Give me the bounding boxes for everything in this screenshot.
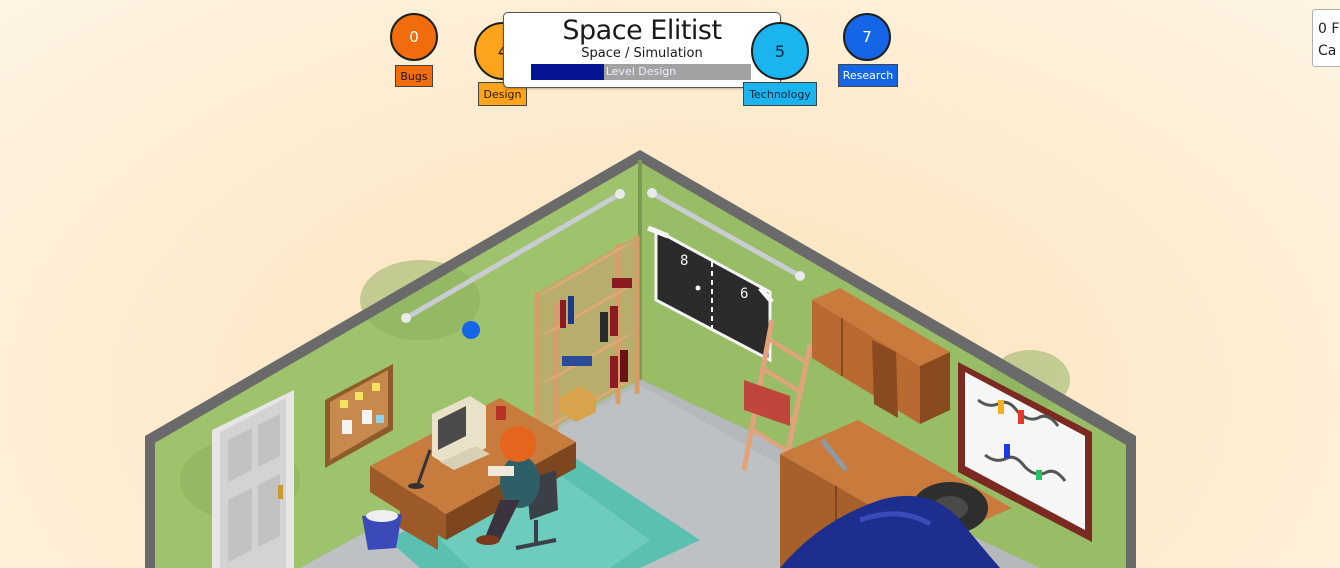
developer-shoe [476,535,500,545]
research-point-bubble[interactable] [462,321,480,339]
sticky-note [355,392,363,400]
wall-end-left [145,436,155,568]
pong-score-right: 6 [740,286,748,302]
fans-readout: 0 F [1318,21,1340,37]
developer-arm [488,466,514,476]
bugs-count: 0 [409,28,419,46]
game-genre: Space / Simulation [581,46,703,61]
sticky-note [372,383,380,391]
book [568,296,574,324]
bugs-label: Bugs [395,65,433,87]
game-scene: 8 6 0 Bugs Design Space Elitist Space / … [0,0,1340,568]
pong-ball [695,285,701,291]
pong-score-left: 8 [680,253,688,269]
development-phase-label: Level Design [605,65,677,78]
trash-paper [366,510,398,522]
fans-cash-panel[interactable]: 0 F Ca [1312,9,1340,67]
book [612,278,632,288]
book [610,356,618,388]
paper-note [342,420,352,434]
marker [1004,444,1010,458]
wall-end-right [1126,436,1136,568]
marker [1018,410,1024,424]
book [560,300,566,328]
sticky-note [376,415,384,423]
game-project-card: Space Elitist Space / Simulation Level D… [503,12,781,88]
door-handle [278,485,283,499]
book [610,306,618,336]
door-panel [258,474,280,547]
book [562,356,592,366]
technology-points-orb: 5 [751,22,809,80]
technology-label: Technology [743,82,817,106]
development-progress-bar: Level Design [531,64,751,80]
developer-head [500,426,536,462]
pipe-bracket [401,313,411,323]
bugs-counter-orb: 0 [390,13,438,61]
research-points-orb: 7 [843,13,891,61]
research-label: Research [838,64,898,87]
cash-readout: Ca [1318,43,1337,59]
technology-points-count: 5 [774,41,786,61]
research-points-count: 7 [862,28,872,46]
desk-lamp-base [408,483,424,489]
marker [1036,470,1042,480]
marker [998,400,1004,414]
game-title: Space Elitist [562,15,722,46]
book [620,350,628,382]
pencil-cup [496,406,506,420]
pipe-bracket [615,189,625,199]
wall-stain [360,260,480,340]
pipe-bracket [795,271,805,281]
sticky-note [340,400,348,408]
paper-note [362,410,372,424]
pipe-bracket [647,188,657,198]
book [600,312,608,342]
door-panel [228,488,252,562]
